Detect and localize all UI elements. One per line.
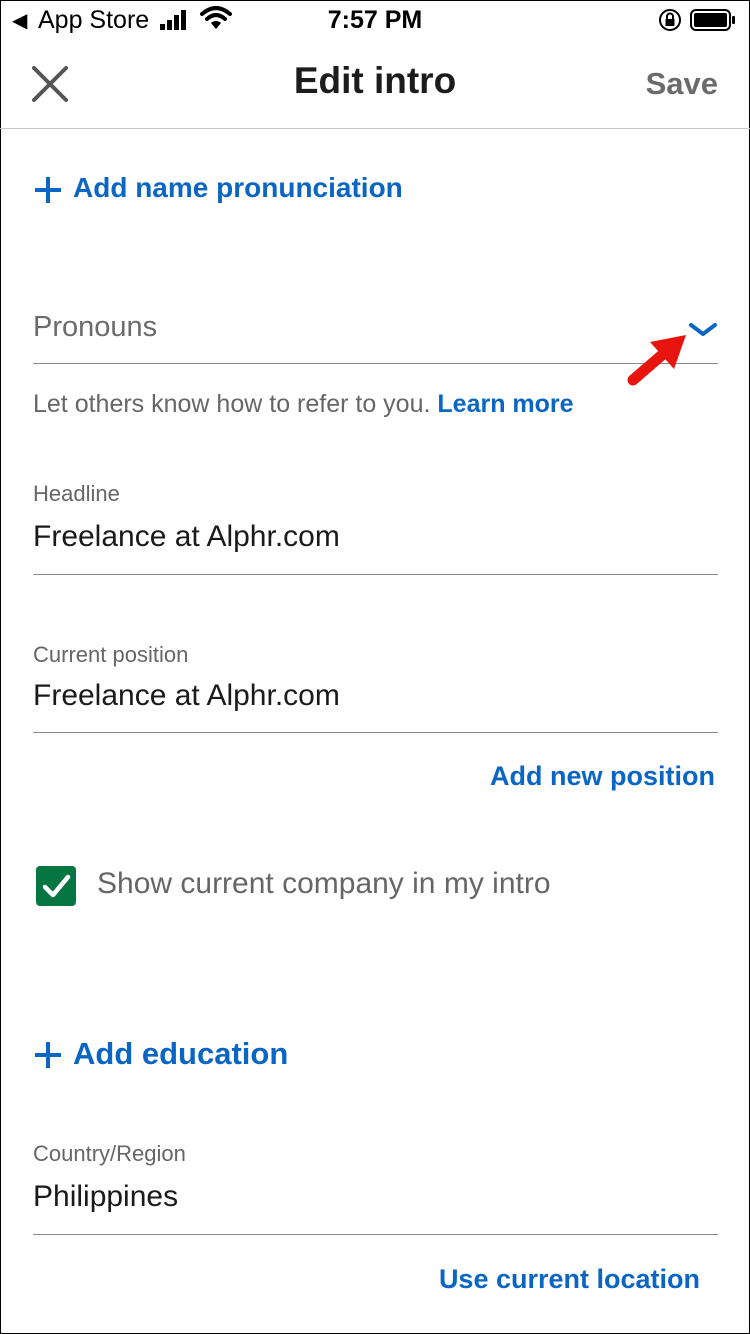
country-region-input[interactable]: Philippines [33, 1180, 718, 1214]
plus-icon [35, 177, 61, 203]
status-time: 7:57 PM [327, 6, 423, 34]
show-company-checkbox[interactable] [36, 866, 76, 906]
current-position-label: Current position [33, 642, 189, 667]
current-position-input[interactable]: Freelance at Alphr.com [33, 679, 718, 713]
add-name-pronunciation-button[interactable]: Add name pronunciation [35, 172, 435, 212]
pronouns-helper-text: Let others know how to refer to you. [33, 390, 431, 418]
add-new-position-button[interactable]: Add new position [490, 761, 715, 792]
add-name-pronunciation-label: Add name pronunciation [73, 172, 403, 203]
battery-icon [690, 9, 735, 31]
pronouns-placeholder: Pronouns [33, 311, 158, 343]
page-title: Edit intro [293, 60, 457, 101]
checkmark-icon [42, 874, 71, 898]
plus-icon [35, 1042, 61, 1068]
header-bar: Edit intro Save [0, 40, 750, 129]
orientation-lock-icon [659, 9, 681, 31]
headline-underline [33, 574, 718, 575]
chevron-down-icon[interactable] [688, 322, 718, 338]
pronouns-helper: Let others know how to refer to you. Lea… [33, 390, 574, 419]
learn-more-link[interactable]: Learn more [437, 390, 573, 418]
headline-input[interactable]: Freelance at Alphr.com [33, 520, 718, 554]
add-education-label: Add education [73, 1036, 289, 1071]
current-position-underline [33, 732, 718, 733]
country-region-label: Country/Region [33, 1141, 186, 1166]
country-region-underline [33, 1234, 718, 1235]
status-bar: ◀ App Store 7:57 PM [0, 0, 750, 40]
headline-label: Headline [33, 481, 120, 506]
pronouns-dropdown[interactable]: Pronouns [33, 305, 718, 363]
use-current-location-button[interactable]: Use current location [439, 1264, 700, 1295]
pronouns-underline [33, 363, 718, 364]
save-button[interactable]: Save [646, 66, 718, 102]
red-arrow-annotation [627, 335, 686, 386]
add-education-button[interactable]: Add education [35, 1036, 315, 1076]
show-company-label[interactable]: Show current company in my intro [97, 867, 551, 901]
